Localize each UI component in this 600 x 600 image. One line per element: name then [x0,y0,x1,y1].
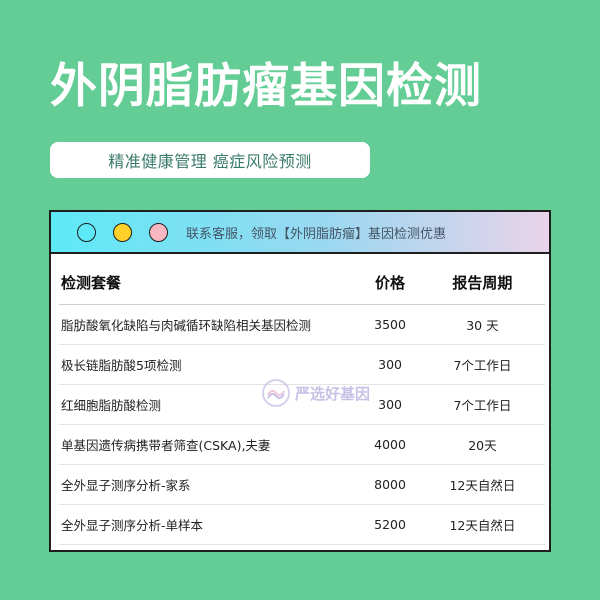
cell-price: 4000 [360,424,420,465]
table-row: 红细胞脂肪酸检测 300 7个工作日 [59,384,545,425]
cell-period: 20天 [419,424,545,465]
table-row: 全外显子测序分析-家系 8000 12天自然日 [59,464,545,505]
window-dot-yellow-icon[interactable] [113,222,132,242]
page-title: 外阴脂肪瘤基因检测 [50,59,482,114]
window-dot-cyan-icon[interactable] [77,222,96,242]
table-row: 全外显子测序分析-单样本 5200 12天自然日 [59,504,545,545]
cell-price: 300 [360,384,420,425]
cell-price: 3500 [360,304,420,345]
table-row: 极长链脂肪酸5项检测 300 7个工作日 [59,344,545,385]
table-header-row: 检测套餐 价格 报告周期 [59,260,545,305]
header-report-period: 报告周期 [419,260,545,305]
cell-price: 300 [360,344,420,385]
cell-period: 7个工作日 [419,344,545,385]
price-window: 联系客服，领取【外阴脂肪瘤】基因检测优惠 检测套餐 价格 报告周期 脂肪酸氧化缺… [49,210,551,552]
header-price: 价格 [360,260,420,305]
cell-period: 12天自然日 [419,464,545,505]
cell-package: 全外显子测序分析-家系 [59,464,361,505]
cell-price: 5200 [360,504,420,545]
promo-banner-text[interactable]: 联系客服，领取【外阴脂肪瘤】基因检测优惠 [186,223,446,242]
cell-package: 脂肪酸氧化缺陷与肉碱循环缺陷相关基因检测 [59,304,361,345]
cell-period: 12天自然日 [419,504,545,545]
cell-package: 极长链脂肪酸5项检测 [59,344,361,385]
window-titlebar: 联系客服，领取【外阴脂肪瘤】基因检测优惠 [51,212,549,254]
cell-price: 8000 [360,464,420,505]
cell-package: 全外显子测序分析-单样本 [59,504,361,545]
subtitle-text: 精准健康管理 癌症风险预测 [108,152,312,171]
cell-period: 7个工作日 [419,384,545,425]
table-row: 单基因遗传病携带者筛查(CSKA),夫妻 4000 20天 [59,424,545,465]
subtitle-pill: 精准健康管理 癌症风险预测 [50,142,370,178]
cell-package: 红细胞脂肪酸检测 [59,384,361,425]
window-dot-pink-icon[interactable] [149,222,168,242]
cell-package: 单基因遗传病携带者筛查(CSKA),夫妻 [59,424,361,465]
cell-period: 30 天 [419,304,545,345]
header-package: 检测套餐 [59,260,361,305]
price-table: 检测套餐 价格 报告周期 脂肪酸氧化缺陷与肉碱循环缺陷相关基因检测 3500 3… [59,260,545,545]
table-row: 脂肪酸氧化缺陷与肉碱循环缺陷相关基因检测 3500 30 天 [59,304,545,345]
